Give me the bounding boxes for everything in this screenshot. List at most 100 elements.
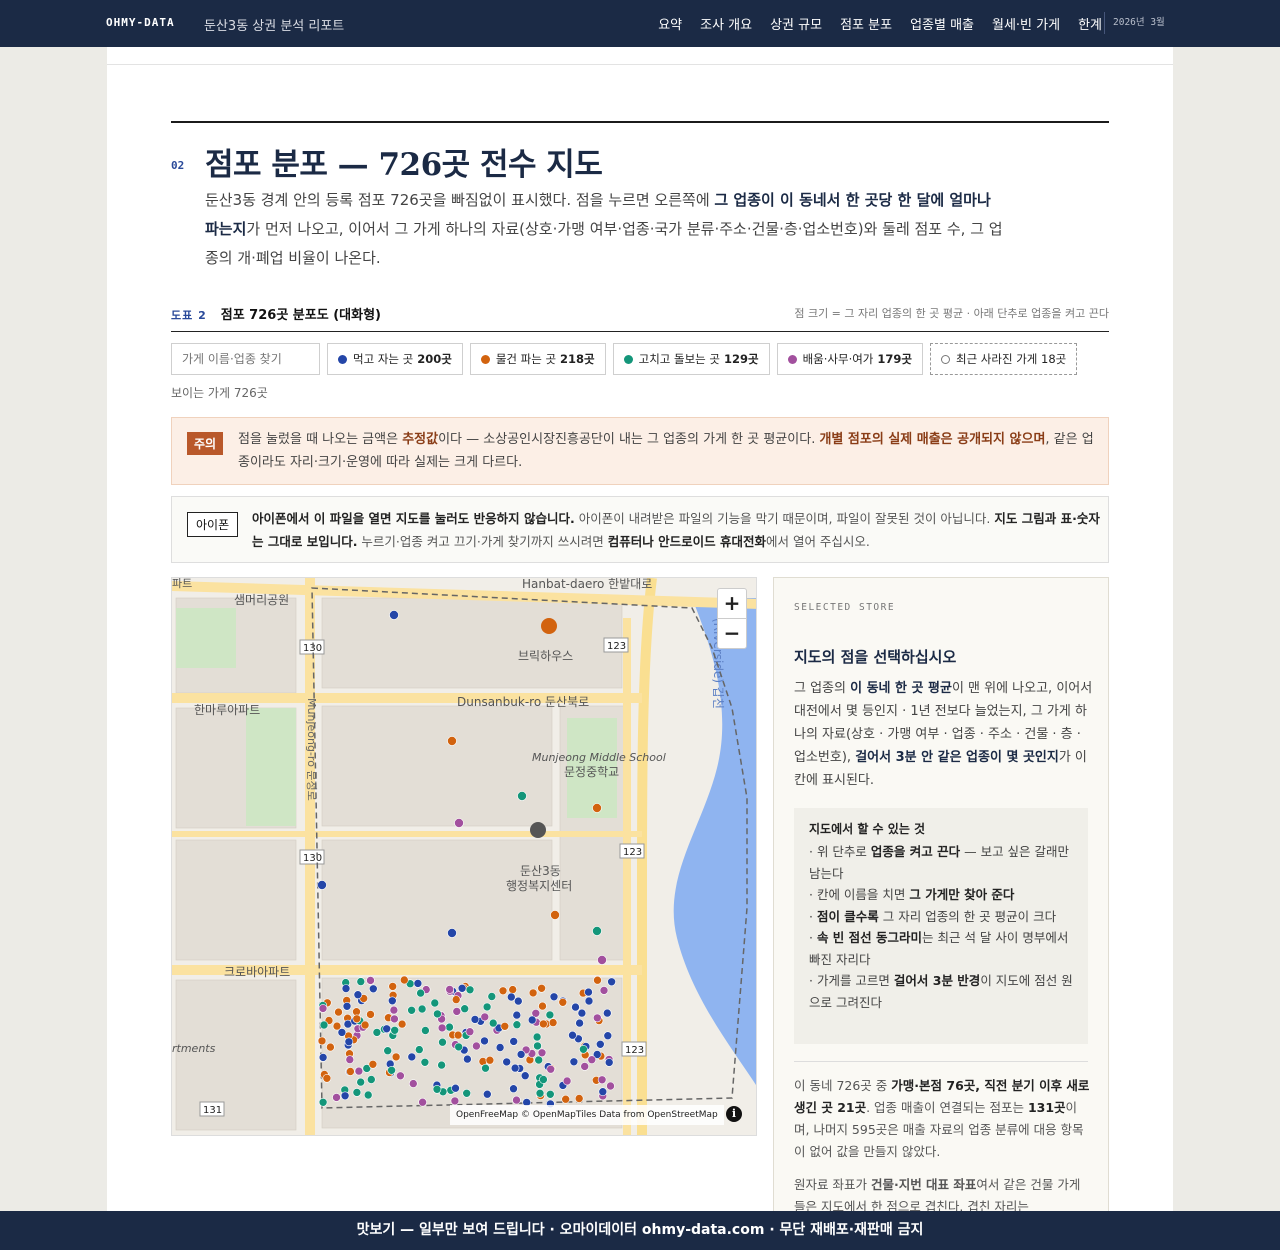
nav-link-limits[interactable]: 한계 xyxy=(1078,14,1102,33)
store-dot[interactable] xyxy=(387,1065,396,1075)
store-dot[interactable] xyxy=(465,1027,475,1037)
store-dot[interactable] xyxy=(537,1048,547,1058)
store-dot[interactable] xyxy=(407,1005,416,1015)
store-dot[interactable] xyxy=(340,1091,350,1101)
store-dot[interactable] xyxy=(388,982,397,991)
zoom-out-button[interactable]: − xyxy=(718,619,746,649)
store-dot[interactable] xyxy=(561,1094,571,1104)
store-dot[interactable] xyxy=(432,1084,442,1094)
info-icon[interactable]: i xyxy=(726,1106,742,1122)
nav-link-summary[interactable]: 요약 xyxy=(658,14,682,33)
store-dot[interactable] xyxy=(420,1057,430,1067)
store-dot[interactable] xyxy=(487,992,497,1001)
filter-chip-closed[interactable]: 최근 사라진 가게 18곳 xyxy=(929,343,1078,375)
store-dot[interactable] xyxy=(342,1001,352,1011)
store-dot[interactable] xyxy=(485,1055,495,1065)
store-dot[interactable] xyxy=(472,1041,481,1051)
store-dot[interactable] xyxy=(602,1008,612,1018)
store-dot[interactable] xyxy=(550,910,560,920)
store-dot[interactable] xyxy=(447,928,457,938)
store-dot[interactable] xyxy=(453,1030,463,1040)
nav-link-overview[interactable]: 조사 개요 xyxy=(700,14,752,33)
store-dot[interactable] xyxy=(341,984,351,993)
store-dot[interactable] xyxy=(606,1081,615,1091)
store-dot[interactable] xyxy=(512,1010,522,1020)
nav-link-rent[interactable]: 월세·빈 가게 xyxy=(992,14,1060,33)
store-dot[interactable] xyxy=(539,1019,548,1029)
store-dot[interactable] xyxy=(451,995,461,1004)
store-dot[interactable] xyxy=(604,1058,614,1067)
store-dot[interactable] xyxy=(457,983,467,993)
zoom-in-button[interactable]: + xyxy=(718,589,746,619)
store-dot[interactable] xyxy=(383,1046,392,1056)
store-dot[interactable] xyxy=(534,1055,544,1065)
store-dot[interactable] xyxy=(598,1087,608,1097)
store-dot[interactable] xyxy=(517,791,527,801)
store-dot[interactable] xyxy=(463,1054,472,1064)
store-dot[interactable] xyxy=(356,1077,365,1087)
store-dot[interactable] xyxy=(391,1052,401,1062)
store-dot[interactable] xyxy=(592,926,602,936)
store-dot[interactable] xyxy=(603,1031,613,1041)
store-dot[interactable] xyxy=(510,1063,520,1073)
store-dot[interactable] xyxy=(558,997,568,1007)
store-dot[interactable] xyxy=(597,1075,607,1085)
store-dot[interactable] xyxy=(481,1063,490,1073)
store-dot[interactable] xyxy=(470,1015,480,1024)
store-dot[interactable] xyxy=(571,1002,580,1012)
store-dot[interactable] xyxy=(334,1007,343,1017)
store-dot[interactable] xyxy=(506,992,516,1002)
store-dot[interactable] xyxy=(545,1010,555,1020)
store-dot[interactable] xyxy=(332,1093,341,1102)
store-dot[interactable] xyxy=(528,988,538,998)
store-dot[interactable] xyxy=(593,975,602,985)
store-dot[interactable] xyxy=(539,1075,548,1084)
store-dot[interactable] xyxy=(584,996,594,1006)
store-dot[interactable] xyxy=(415,1045,424,1054)
store-dot[interactable] xyxy=(388,996,397,1006)
store-dot[interactable] xyxy=(438,1037,447,1047)
store-dot[interactable] xyxy=(413,979,423,988)
store-dot[interactable] xyxy=(452,1007,462,1016)
store-dot[interactable] xyxy=(352,1007,361,1017)
store-dot[interactable] xyxy=(445,1022,454,1032)
store-dot[interactable] xyxy=(509,1037,519,1046)
store-dot[interactable] xyxy=(363,1090,373,1100)
store-dot[interactable] xyxy=(513,996,523,1006)
store-dot[interactable] xyxy=(509,1084,518,1094)
store-dot[interactable] xyxy=(318,1053,328,1062)
store-map[interactable]: Hanbat-daero 한밭대로 Dunsanbuk-ro 둔산북로 샘머리공… xyxy=(171,577,757,1136)
store-search-input[interactable] xyxy=(171,343,320,375)
store-dot[interactable] xyxy=(450,1096,460,1106)
store-dot[interactable] xyxy=(584,987,593,997)
store-dot[interactable] xyxy=(587,1055,597,1065)
store-dot[interactable] xyxy=(549,992,559,1002)
store-dot[interactable] xyxy=(516,1050,526,1059)
store-dot[interactable] xyxy=(520,1071,530,1081)
store-dot[interactable] xyxy=(545,1089,555,1099)
store-dot[interactable] xyxy=(445,985,455,994)
store-dot[interactable] xyxy=(498,986,508,996)
store-dot[interactable] xyxy=(390,1025,399,1035)
store-dot[interactable] xyxy=(447,736,457,746)
store-dot[interactable] xyxy=(532,1032,542,1042)
store-dot[interactable] xyxy=(421,1026,430,1035)
store-dot[interactable] xyxy=(322,1073,332,1083)
map-attribution[interactable]: OpenFreeMap © OpenMapTiles Data from Ope… xyxy=(450,1105,724,1125)
store-dot[interactable] xyxy=(569,1057,579,1067)
store-dot[interactable] xyxy=(367,1075,376,1084)
store-dot[interactable] xyxy=(418,1097,427,1107)
store-dot[interactable] xyxy=(366,976,375,985)
store-dot[interactable] xyxy=(451,1083,460,1093)
filter-chip-retail[interactable]: 물건 파는 곳 218곳 xyxy=(469,343,606,375)
store-dot[interactable] xyxy=(462,1088,472,1098)
store-dot[interactable] xyxy=(319,1020,329,1030)
store-dot[interactable] xyxy=(574,1094,584,1103)
store-dot[interactable] xyxy=(595,1039,605,1049)
store-dot[interactable] xyxy=(575,1018,584,1028)
store-dot[interactable] xyxy=(579,1044,588,1054)
store-dot[interactable] xyxy=(407,1052,417,1062)
nav-link-scale[interactable]: 상권 규모 xyxy=(770,14,822,33)
brand-logo[interactable]: OHMY-DATA xyxy=(106,16,175,29)
store-dot[interactable] xyxy=(482,1002,492,1012)
